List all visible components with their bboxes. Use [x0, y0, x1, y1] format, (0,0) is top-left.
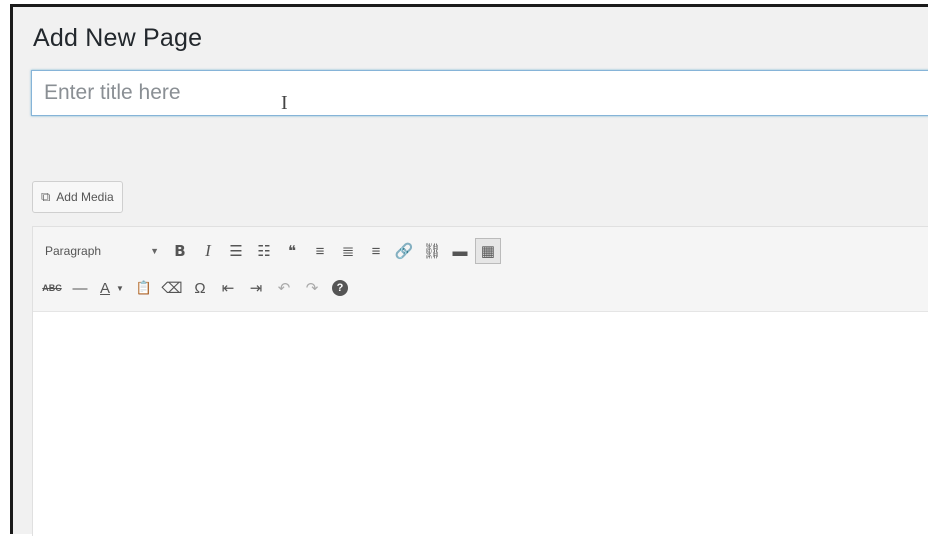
decrease-indent-button[interactable]: ⇤: [215, 275, 241, 301]
italic-button[interactable]: I: [195, 238, 221, 264]
outdent-icon: ⇤: [221, 280, 235, 297]
editor-content-area[interactable]: [33, 312, 928, 536]
strikethrough-button[interactable]: ABC: [39, 275, 65, 301]
bulleted-list-icon: ☰: [229, 243, 243, 260]
help-button[interactable]: ?: [327, 275, 353, 301]
help-icon: ?: [332, 280, 348, 296]
editor-toolbar: Paragraph ▼ B I ☰ ☷ ❝ ≡ ≣ ≡ 🔗 ⛓ ▬ ▦ ABC …: [33, 227, 928, 312]
remove-link-button[interactable]: ⛓: [419, 238, 445, 264]
toolbar-row-2: ABC — A ▼ 📋 ⌫ Ω ⇤ ⇥ ↶ ↷ ?: [39, 273, 355, 303]
eraser-icon: ⌫: [161, 280, 183, 297]
clear-formatting-button[interactable]: ⌫: [159, 275, 185, 301]
special-character-button[interactable]: Ω: [187, 275, 213, 301]
blockquote-button[interactable]: ❝: [279, 238, 305, 264]
bold-button[interactable]: B: [167, 238, 193, 264]
omega-icon: Ω: [194, 279, 206, 297]
numbered-list-icon: ☷: [257, 243, 271, 260]
align-right-icon: ≡: [371, 242, 381, 260]
chevron-down-icon: ▼: [116, 283, 124, 293]
undo-button[interactable]: ↶: [271, 275, 297, 301]
kitchen-sink-icon: ▦: [480, 243, 496, 260]
format-select[interactable]: Paragraph ▼: [39, 238, 163, 264]
paste-as-text-button[interactable]: 📋: [131, 275, 157, 301]
horizontal-line-icon: —: [72, 279, 88, 297]
link-icon: 🔗: [394, 243, 414, 260]
redo-icon: ↷: [305, 280, 319, 297]
text-color-button[interactable]: A ▼: [95, 275, 129, 301]
title-input[interactable]: [31, 70, 928, 116]
text-cursor-icon: I: [281, 92, 288, 114]
content-editor: Paragraph ▼ B I ☰ ☷ ❝ ≡ ≣ ≡ 🔗 ⛓ ▬ ▦ ABC …: [32, 226, 928, 536]
read-more-icon: ▬: [452, 242, 468, 260]
toolbar-row-1: Paragraph ▼ B I ☰ ☷ ❝ ≡ ≣ ≡ 🔗 ⛓ ▬ ▦: [39, 236, 503, 266]
strikethrough-icon: ABC: [42, 283, 62, 293]
italic-icon: I: [205, 241, 211, 260]
indent-icon: ⇥: [249, 280, 263, 297]
bold-icon: B: [174, 242, 186, 260]
bulleted-list-button[interactable]: ☰: [223, 238, 249, 264]
page-title: Add New Page: [33, 24, 203, 52]
read-more-button[interactable]: ▬: [447, 238, 473, 264]
toolbar-toggle-button[interactable]: ▦: [475, 238, 501, 264]
insert-link-button[interactable]: 🔗: [391, 238, 417, 264]
align-left-button[interactable]: ≡: [307, 238, 333, 264]
format-select-value: Paragraph: [45, 244, 102, 258]
align-right-button[interactable]: ≡: [363, 238, 389, 264]
numbered-list-button[interactable]: ☷: [251, 238, 277, 264]
text-color-icon: A: [100, 279, 111, 297]
media-icon: ⧉: [41, 189, 51, 204]
increase-indent-button[interactable]: ⇥: [243, 275, 269, 301]
unlink-icon: ⛓: [422, 243, 442, 260]
align-center-icon: ≣: [341, 243, 355, 260]
clipboard-icon: 📋: [135, 280, 153, 295]
align-left-icon: ≡: [315, 242, 325, 260]
horizontal-line-button[interactable]: —: [67, 275, 93, 301]
undo-icon: ↶: [277, 280, 291, 297]
align-center-button[interactable]: ≣: [335, 238, 361, 264]
chevron-down-icon: ▼: [150, 246, 159, 256]
add-media-button[interactable]: ⧉ Add Media: [32, 181, 123, 213]
add-media-label: Add Media: [56, 190, 114, 204]
redo-button[interactable]: ↷: [299, 275, 325, 301]
blockquote-icon: ❝: [287, 243, 297, 260]
